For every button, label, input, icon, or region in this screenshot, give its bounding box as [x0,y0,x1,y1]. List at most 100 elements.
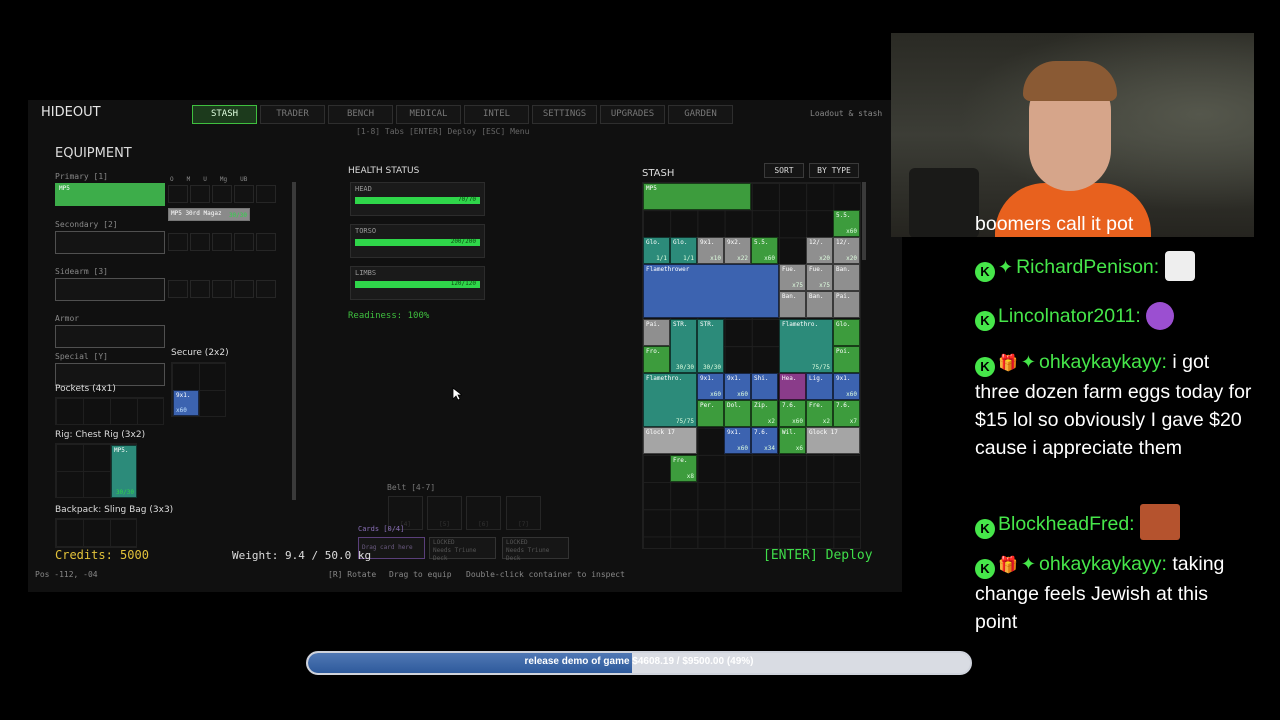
stash-item[interactable]: Fue. x75 [806,264,833,291]
stash-item[interactable]: Flamethrower [643,264,779,318]
stash-item[interactable]: 12/. x20 [833,237,860,264]
chat-message: K Lincolnator2011: [975,302,1255,331]
item-name: MP5. [114,447,129,454]
stash-item[interactable]: 7.6. x60 [779,400,806,427]
inspect-hint: Double-click container to inspect [466,570,625,579]
magazine-name: MP5 30rd Magaz [171,210,222,217]
stash-item[interactable]: 9x1. x10 [697,237,724,264]
stash-item[interactable]: 5.5. x60 [833,210,860,237]
belt-slot[interactable]: [7] [506,496,541,530]
stash-item[interactable]: Fue. x75 [779,264,806,291]
stash-item[interactable]: 9x1. x60 [724,373,751,400]
part-value: 70/70 [457,196,476,203]
stash-item[interactable]: STR. 30/30 [697,319,724,373]
stash-scrollbar[interactable] [862,182,866,260]
microphone [909,168,979,237]
part-value: 120/120 [450,280,476,287]
stash-item[interactable]: Flamethro. 75/75 [643,373,697,427]
stash-item[interactable]: Lig. [806,373,833,400]
primary-mod-slots[interactable] [168,185,276,203]
stash-item[interactable]: Ban. [806,291,833,318]
stash-item[interactable]: Glo. 1/1 [643,237,670,264]
chat-message: K ✦ RichardPenison: [975,251,1255,282]
stash-item[interactable]: Glock 17 [643,427,697,454]
stash-item[interactable]: 5.5. x60 [751,237,778,264]
rig-container[interactable]: MP5. 30/30 [55,443,137,498]
sort-button[interactable]: SORT [764,163,804,178]
emote-icon [1146,302,1175,330]
stash-item[interactable]: Hea. [779,373,806,400]
special-label: Special [Y] [55,352,108,361]
stash-item[interactable]: Flamethro. 75/75 [779,319,833,373]
secondary-slot[interactable] [55,231,165,254]
kick-badge-icon: K [975,559,995,579]
stash-item[interactable]: 9x1. x60 [697,373,724,400]
stash-item[interactable]: Fre. x2 [806,400,833,427]
stash-item[interactable]: Shi. [751,373,778,400]
stash-item[interactable]: MP5 [643,183,751,210]
sidearm-slot[interactable] [55,278,165,301]
belt-slot[interactable]: [6] [466,496,501,530]
stash-item[interactable]: 9x1. x60 [833,373,860,400]
backpack-container[interactable] [55,518,137,548]
pockets-container[interactable] [55,397,164,425]
stash-item[interactable]: 9x2. x22 [724,237,751,264]
stash-item[interactable]: 7.6. x34 [751,427,778,454]
stash-item[interactable]: Glo. 1/1 [670,237,697,264]
stash-item[interactable]: Fro. [643,346,670,373]
readiness-text: Readiness: 100% [348,311,430,321]
sparkle-badge-icon: ✦ [998,257,1014,277]
stash-item[interactable]: 9x1. x60 [724,427,751,454]
rig-item[interactable]: MP5. 30/30 [111,445,137,498]
pockets-label: Pockets (4x1) [55,384,116,394]
stash-item[interactable]: Pai. [833,291,860,318]
equipment-scrollbar[interactable] [292,182,296,500]
stash-grid[interactable]: MP5 5.5. x60 Glo. 1/1 Glo. 1/1 9x1. x10 9x2.… [642,182,861,549]
person-hair [1023,61,1117,101]
locked-sub: Needs Triune Deck [506,547,550,562]
special-slot[interactable] [55,363,165,386]
by-type-button[interactable]: BY TYPE [809,163,859,178]
stash-item[interactable]: Glock 17 [806,427,860,454]
tab-settings[interactable]: SETTINGS [532,105,597,124]
chat-message: K 🎁 ✦ ohkaykaykayy: i got three dozen farm … [975,348,1255,462]
sparkle-badge-icon: ✦ [1020,352,1037,372]
stash-item[interactable]: Per. [697,400,724,427]
tab-intel[interactable]: INTEL [464,105,529,124]
stash-item[interactable]: Dol. [724,400,751,427]
secure-ammo-item[interactable]: 9x1. x60 [173,390,199,416]
deploy-button[interactable]: [ENTER] Deploy [763,548,873,563]
game-window: HIDEOUT STASH TRADER BENCH MEDICAL INTEL… [28,100,902,592]
tab-trader[interactable]: TRADER [260,105,325,124]
secondary-mod-slots[interactable] [168,233,276,251]
secure-container[interactable]: 9x1. x60 [171,362,226,417]
tab-medical[interactable]: MEDICAL [396,105,461,124]
tab-garden[interactable]: GARDEN [668,105,733,124]
stash-item[interactable]: Ban. [833,264,860,291]
stash-item[interactable]: 12/. x20 [806,237,833,264]
stash-item[interactable]: STR. 30/30 [670,319,697,373]
sidearm-mod-slots[interactable] [168,280,276,298]
stash-item[interactable]: Ban. [779,291,806,318]
stash-item[interactable]: Poi. [833,346,860,373]
mod-label: Mg [219,176,228,183]
stash-item[interactable]: Pai. [643,319,670,346]
chat-message: K 🎁 ✦ ohkaykaykayy: taking change feels Jew… [975,550,1255,636]
belt-slot[interactable]: [5] [427,496,462,530]
stash-item[interactable]: Glo. [833,319,860,346]
armor-slot[interactable] [55,325,165,348]
primary-slot[interactable]: MP5 [55,183,165,206]
goal-text: release demo of game $4608.19 / $9500.00… [524,656,754,667]
tab-stash[interactable]: STASH [192,105,257,124]
stash-item[interactable]: Wil. x6 [779,427,806,454]
stash-item[interactable]: Fre. x8 [670,455,697,482]
magazine-item[interactable]: MP5 30rd Magaz 30/30 [168,208,250,221]
stash-item[interactable]: Zip. x2 [751,400,778,427]
tab-upgrades[interactable]: UPGRADES [600,105,665,124]
mod-label: UB [240,176,248,183]
stash-item[interactable]: 7.6. x7 [833,400,860,427]
username: ohkaykaykayy: [1039,351,1167,373]
belt-label: Belt [4-7] [387,483,436,492]
tab-bench[interactable]: BENCH [328,105,393,124]
chat-message: K BlockheadFred: [975,504,1255,540]
